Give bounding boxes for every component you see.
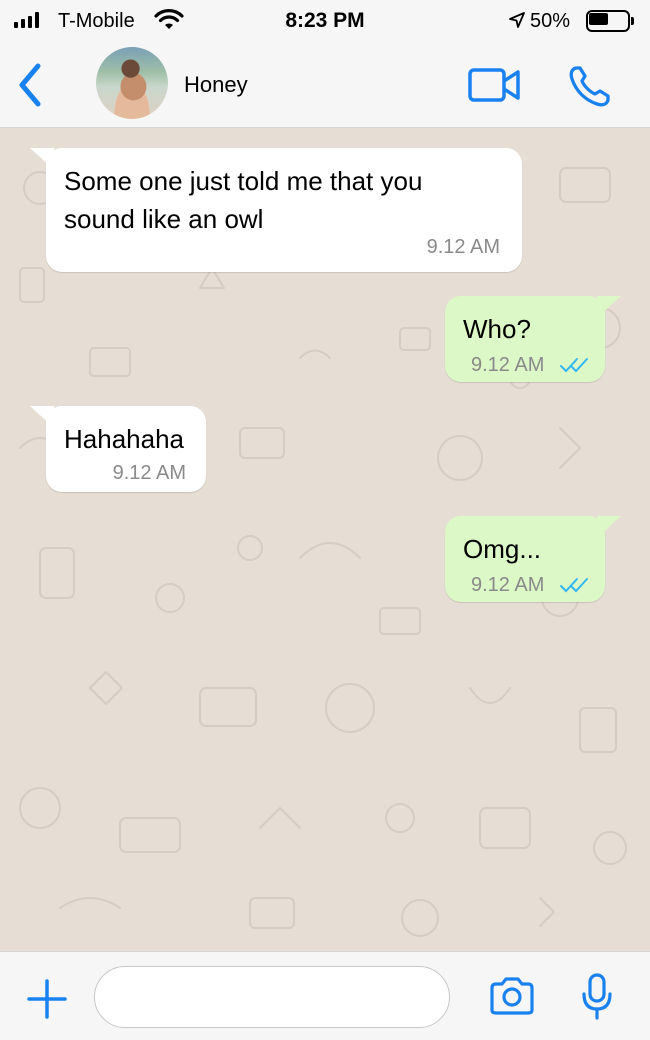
message-time: 9.12 AM: [112, 462, 186, 484]
message-text: Who?: [463, 314, 531, 344]
message-time: 9.12 AM: [471, 354, 545, 376]
bubble-tail: [30, 406, 54, 428]
message-time: 9.12 AM: [426, 236, 500, 258]
chevron-left-icon[interactable]: [14, 62, 48, 108]
double-check-icon: [560, 358, 588, 373]
message-text: Hahahaha: [64, 424, 184, 454]
double-check-icon: [560, 578, 588, 593]
status-bar: T-Mobile 8:23 PM 50%: [0, 0, 650, 44]
message-bubble-outgoing[interactable]: Omg... 9.12 AM: [445, 516, 621, 602]
chat-area[interactable]: Some one just told me that you sound lik…: [0, 128, 650, 951]
battery-percent: 50%: [530, 10, 571, 32]
message-text: Omg...: [463, 534, 542, 564]
message-bubble-incoming[interactable]: Hahahaha 9.12 AM: [30, 406, 206, 492]
video-camera-icon[interactable]: [468, 66, 522, 104]
avatar[interactable]: [96, 47, 168, 119]
bubble-tail: [597, 296, 621, 318]
message-input[interactable]: [94, 966, 450, 1028]
bubble-tail: [597, 516, 621, 538]
contact-name[interactable]: Honey: [184, 72, 248, 98]
chat-header: Honey: [0, 44, 650, 128]
phone-icon[interactable]: [568, 64, 612, 108]
message-time: 9.12 AM: [471, 574, 545, 596]
location-arrow-icon: [509, 12, 525, 28]
message-input-bar: [0, 951, 650, 1040]
message-bubble-incoming[interactable]: Some one just told me that you sound lik…: [30, 148, 522, 272]
battery-icon: [586, 10, 634, 32]
plus-icon[interactable]: [26, 978, 68, 1020]
microphone-icon[interactable]: [580, 972, 614, 1022]
message-bubble-outgoing[interactable]: Who? 9.12 AM: [445, 296, 621, 382]
message-text: Some one just told me that you sound lik…: [64, 166, 423, 234]
camera-icon[interactable]: [488, 976, 536, 1016]
bubble-tail: [30, 148, 54, 170]
